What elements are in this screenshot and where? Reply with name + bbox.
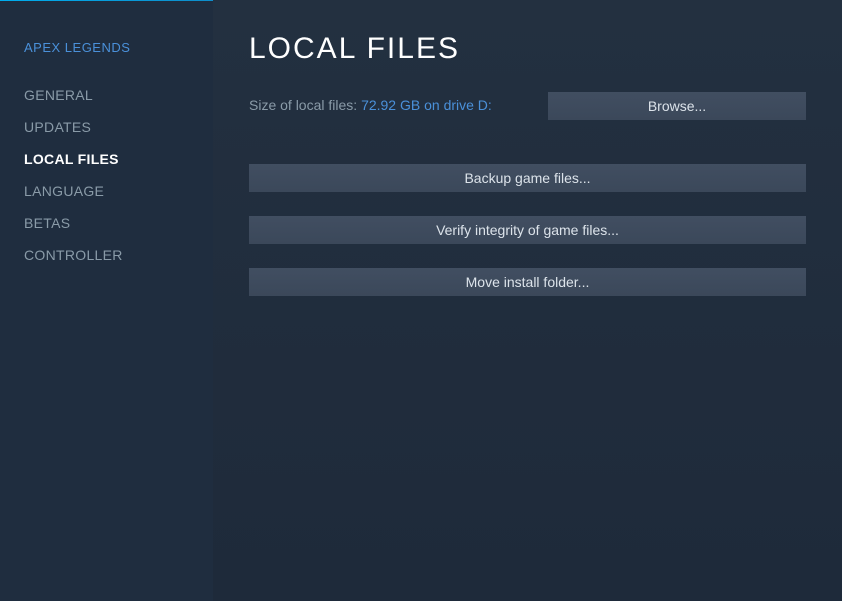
size-row: Size of local files: 72.92 GB on drive D… [249, 92, 806, 120]
sidebar-item-updates[interactable]: UPDATES [24, 111, 213, 143]
main-panel: LOCAL FILES Size of local files: 72.92 G… [213, 0, 842, 601]
properties-dialog: APEX LEGENDS GENERAL UPDATES LOCAL FILES… [0, 0, 842, 601]
size-text: Size of local files: 72.92 GB on drive D… [249, 97, 492, 115]
sidebar-item-local-files[interactable]: LOCAL FILES [24, 143, 213, 175]
size-value: 72.92 GB on drive D: [361, 97, 492, 113]
backup-game-files-button[interactable]: Backup game files... [249, 164, 806, 192]
sidebar-item-controller[interactable]: CONTROLLER [24, 239, 213, 271]
sidebar-item-language[interactable]: LANGUAGE [24, 175, 213, 207]
sidebar-item-general[interactable]: GENERAL [24, 79, 213, 111]
browse-button[interactable]: Browse... [548, 92, 806, 120]
size-label: Size of local files: [249, 97, 361, 113]
page-title: LOCAL FILES [249, 32, 806, 66]
actions: Backup game files... Verify integrity of… [249, 164, 806, 296]
game-title: APEX LEGENDS [24, 40, 213, 55]
sidebar-item-betas[interactable]: BETAS [24, 207, 213, 239]
move-install-folder-button[interactable]: Move install folder... [249, 268, 806, 296]
verify-integrity-button[interactable]: Verify integrity of game files... [249, 216, 806, 244]
sidebar: APEX LEGENDS GENERAL UPDATES LOCAL FILES… [0, 0, 213, 601]
